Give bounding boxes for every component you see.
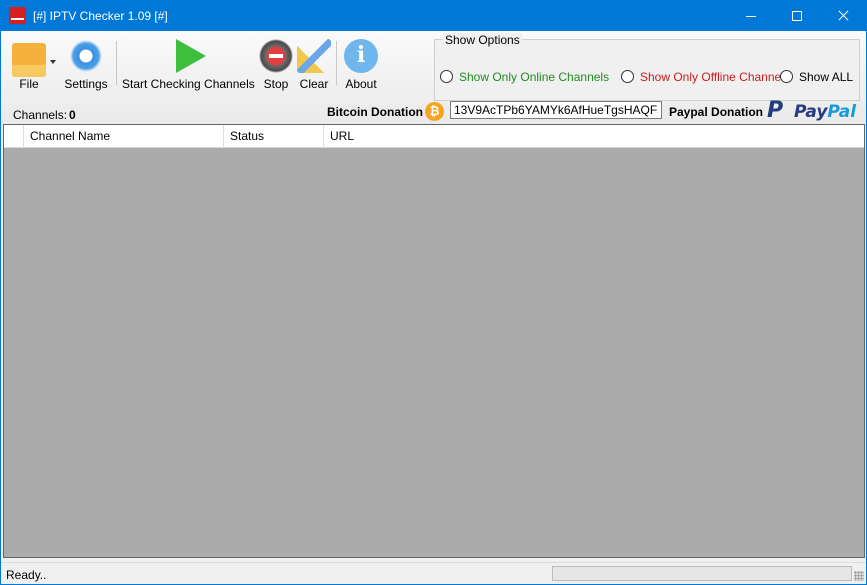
app-icon bbox=[9, 7, 26, 24]
status-bar: Ready.. bbox=[1, 562, 866, 584]
resize-grip-icon[interactable] bbox=[854, 571, 864, 581]
paypal-logo[interactable]: PayPal bbox=[794, 102, 856, 122]
status-text: Ready.. bbox=[6, 568, 47, 582]
file-label: File bbox=[19, 77, 39, 91]
column-header-status[interactable]: Status bbox=[224, 125, 324, 147]
channels-grid[interactable]: Channel Name Status URL bbox=[3, 124, 865, 558]
clear-button[interactable]: Clear bbox=[297, 35, 331, 91]
progress-bar bbox=[552, 566, 852, 581]
start-checking-button[interactable]: Start Checking Channels bbox=[122, 35, 255, 91]
window-title: [#] IPTV Checker 1.09 [#] bbox=[33, 9, 168, 23]
paypal-logo-pay: Pay bbox=[794, 102, 828, 122]
radio-circle[interactable] bbox=[780, 70, 793, 83]
play-icon bbox=[176, 39, 206, 73]
folder-icon bbox=[12, 43, 46, 77]
settings-label: Settings bbox=[64, 77, 108, 91]
radio-show-online-label[interactable]: Show Only Online Channels bbox=[459, 70, 609, 84]
paypal-icon[interactable]: P bbox=[767, 100, 787, 122]
stop-label: Stop bbox=[263, 77, 289, 91]
maximize-button[interactable] bbox=[774, 1, 820, 31]
show-options-title: Show Options bbox=[443, 33, 522, 47]
radio-circle[interactable] bbox=[621, 70, 634, 83]
channels-count: 0 bbox=[69, 108, 76, 122]
stop-button[interactable]: Stop bbox=[259, 35, 293, 91]
file-button[interactable]: File bbox=[11, 35, 47, 91]
column-header-channel-name[interactable]: Channel Name bbox=[24, 125, 224, 147]
paypal-logo-pal: Pal bbox=[827, 102, 857, 122]
info-icon bbox=[344, 39, 378, 73]
minimize-button[interactable] bbox=[728, 1, 774, 31]
toolbar-separator bbox=[116, 41, 117, 85]
column-header-url[interactable]: URL bbox=[324, 125, 864, 147]
clear-label: Clear bbox=[299, 77, 329, 91]
bitcoin-address-field[interactable] bbox=[450, 101, 662, 119]
stop-icon bbox=[259, 39, 293, 73]
main-window: [#] IPTV Checker 1.09 [#] File Settings … bbox=[0, 0, 867, 585]
start-checking-label: Start Checking Channels bbox=[122, 77, 255, 91]
radio-show-offline-label[interactable]: Show Only Offline Channels bbox=[640, 70, 790, 84]
radio-show-all-label[interactable]: Show ALL bbox=[799, 70, 853, 84]
toolbar-separator bbox=[336, 41, 337, 85]
about-button[interactable]: About bbox=[342, 35, 380, 91]
file-dropdown-arrow-icon[interactable] bbox=[50, 60, 56, 64]
settings-icon bbox=[69, 39, 103, 73]
about-label: About bbox=[345, 77, 377, 91]
settings-button[interactable]: Settings bbox=[63, 35, 109, 91]
paypal-donation-label: Paypal Donation bbox=[669, 105, 764, 119]
channels-label: Channels: bbox=[13, 108, 68, 122]
grid-header: Channel Name Status URL bbox=[4, 125, 864, 148]
title-bar[interactable]: [#] IPTV Checker 1.09 [#] bbox=[1, 1, 866, 31]
radio-circle[interactable] bbox=[440, 70, 453, 83]
broom-icon bbox=[297, 39, 331, 73]
close-button[interactable] bbox=[820, 1, 866, 31]
bitcoin-donation-label: Bitcoin Donation bbox=[327, 105, 423, 119]
row-selector-header[interactable] bbox=[4, 125, 24, 147]
bitcoin-icon: ₿ bbox=[425, 102, 444, 121]
